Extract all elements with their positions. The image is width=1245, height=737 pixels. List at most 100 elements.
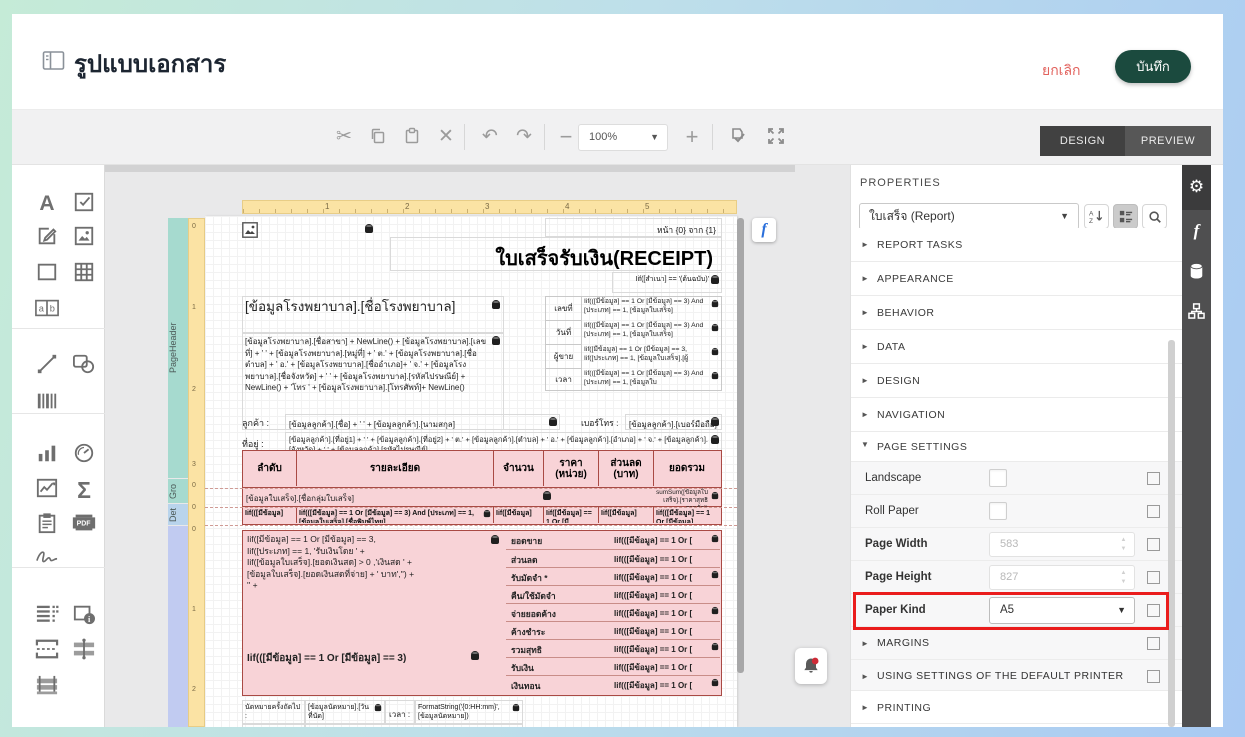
paper-kind-override-checkbox[interactable] xyxy=(1147,604,1160,617)
properties-gear-icon[interactable]: ⚙ xyxy=(1182,177,1211,197)
spinner-arrows[interactable]: ▲▼ xyxy=(1119,569,1128,587)
band-footer[interactable] xyxy=(168,526,188,727)
paper-kind-dropdown[interactable]: A5▼ xyxy=(989,597,1135,624)
section-printing[interactable]: ►PRINTING xyxy=(851,690,1182,724)
line-icon[interactable] xyxy=(34,353,60,379)
cross-band-icon[interactable] xyxy=(71,638,97,664)
sort-alpha-button[interactable]: AZ xyxy=(1084,204,1109,229)
copy-icon[interactable] xyxy=(366,125,390,149)
panel-scrollbar[interactable] xyxy=(1168,340,1175,727)
appointment-reason-label-cell[interactable]: สาเหตุที่นัด : xyxy=(242,724,305,727)
text-object-icon[interactable]: A xyxy=(34,191,60,217)
sparkline-icon[interactable] xyxy=(34,477,60,503)
margins-override-checkbox[interactable] xyxy=(1147,637,1160,650)
report-title-field[interactable]: ใบเสร็จรับเงิน(RECEIPT) xyxy=(390,237,722,271)
roll-paper-checkbox[interactable] xyxy=(989,502,1007,520)
page-number-field[interactable]: หน้า {0} จาก {1} xyxy=(545,218,722,237)
zoom-in-icon[interactable]: + xyxy=(680,125,704,149)
detail-band-row[interactable]: Iif(([มีข้อมูล] Iif(([มีข้อมูล] == 1 Or … xyxy=(242,507,722,525)
rich-text-icon[interactable] xyxy=(34,225,60,251)
overlay-band-icon[interactable] xyxy=(34,675,60,701)
band-detail[interactable]: Det xyxy=(168,504,188,525)
page-width-input[interactable]: 583▲▼ xyxy=(989,532,1135,557)
report-tree-icon[interactable] xyxy=(1182,303,1211,324)
appointment-date-field[interactable]: [ข้อมูลนัดหมาย].[วันที่นัด] xyxy=(305,700,385,724)
page-width-override-checkbox[interactable] xyxy=(1147,538,1160,551)
data-band-icon[interactable] xyxy=(34,603,60,629)
shape-icon[interactable] xyxy=(71,353,97,379)
zoom-out-icon[interactable]: − xyxy=(554,125,578,149)
paste-icon[interactable] xyxy=(400,125,424,149)
zoom-select[interactable]: 100%▼ xyxy=(578,124,668,151)
horizontal-scrollbar[interactable] xyxy=(105,165,795,172)
band-page-header[interactable]: PageHeader xyxy=(168,218,188,478)
summary-band[interactable]: Iif([มีข้อมูล] == 1 Or [มีข้อมูล] == 3, … xyxy=(242,530,722,696)
copy-flag-field[interactable]: Iif([สำเนา] == '(ต้นฉบับ)' xyxy=(612,272,722,293)
customer-field[interactable]: [ข้อมูลลูกค้า].[ชื่อ] + ' ' + [ข้อมูลลูก… xyxy=(285,414,560,430)
section-page-settings[interactable]: ▼PAGE SETTINGS xyxy=(851,432,1182,462)
tab-design[interactable]: DESIGN xyxy=(1040,126,1125,156)
validate-icon[interactable] xyxy=(726,125,750,149)
section-data[interactable]: ►DATA xyxy=(851,330,1182,364)
fullscreen-icon[interactable] xyxy=(764,125,788,149)
database-field-icon xyxy=(513,704,519,711)
section-navigation[interactable]: ►NAVIGATION xyxy=(851,398,1182,432)
spinner-arrows[interactable]: ▲▼ xyxy=(1119,536,1128,554)
report-page[interactable]: หน้า {0} จาก {1} ใบเสร็จรับเงิน(RECEIPT)… xyxy=(205,216,737,727)
text-in-cells-icon[interactable]: ab xyxy=(34,298,60,324)
section-report-tasks[interactable]: ►REPORT TASKS xyxy=(851,228,1182,262)
total-sigma-icon[interactable]: Σ xyxy=(71,477,97,503)
appointment-time-label-cell[interactable]: เวลา : xyxy=(385,700,415,724)
container-info-icon[interactable]: i xyxy=(71,603,97,629)
group-band-row[interactable]: [ข้อมูลใบเสร็จ].[ชื่อกลุ่มใบเสร็จ] sumSu… xyxy=(242,488,722,507)
items-table-header[interactable]: ลำดับ รายละเอียด จำนวน ราคา (หน่วย) ส่วน… xyxy=(242,450,722,488)
landscape-override-checkbox[interactable] xyxy=(1147,472,1160,485)
check-box-icon[interactable] xyxy=(71,191,97,217)
gauge-icon[interactable] xyxy=(71,442,97,468)
section-margins[interactable]: ►MARGINS xyxy=(851,627,1182,660)
search-button[interactable] xyxy=(1142,204,1167,229)
notification-bell-button[interactable] xyxy=(795,648,827,684)
landscape-checkbox[interactable] xyxy=(989,469,1007,487)
section-default-printer[interactable]: ►USING SETTINGS OF THE DEFAULT PRINTER xyxy=(851,660,1182,693)
categorized-view-button[interactable] xyxy=(1113,204,1138,229)
summary-value: Iif(([มีข้อมูล] == 1 Or [ xyxy=(586,567,720,585)
appointment-time-field[interactable]: FormatString('{0:HH:mm}',[ข้อมูลนัดหมาย]… xyxy=(415,700,523,724)
clipboard-icon[interactable] xyxy=(34,512,60,538)
component-selector[interactable]: ใบเสร็จ (Report) ▼ xyxy=(859,203,1079,230)
appointment-reason-field[interactable]: [ข้อมูลนัดหมาย].[ชื่อประเภทการนัดหมาย] xyxy=(305,724,523,727)
save-button[interactable]: บันทึก xyxy=(1115,50,1191,83)
undo-icon[interactable]: ↶ xyxy=(478,125,502,149)
functions-icon[interactable]: f xyxy=(1182,221,1211,241)
default-printer-override-checkbox[interactable] xyxy=(1147,670,1160,683)
page-height-input[interactable]: 827▲▼ xyxy=(989,565,1135,590)
expression-editor-button[interactable]: f xyxy=(752,218,776,242)
receipt-info-table[interactable]: เลขที่ Iif(([มีข้อมูล] == 1 Or [มีข้อมูล… xyxy=(545,296,722,391)
database-field-icon[interactable] xyxy=(365,224,373,233)
pdf-icon[interactable]: PDF xyxy=(71,512,97,538)
image-placeholder-icon[interactable] xyxy=(242,222,258,243)
cancel-button[interactable]: ยกเลิก xyxy=(1042,60,1081,82)
page-break-icon[interactable] xyxy=(34,638,60,664)
data-sources-icon[interactable] xyxy=(1182,263,1211,284)
picture-icon[interactable] xyxy=(71,225,97,251)
section-behavior[interactable]: ►BEHAVIOR xyxy=(851,296,1182,330)
tab-preview[interactable]: PREVIEW xyxy=(1125,126,1211,156)
cut-icon[interactable]: ✂ xyxy=(332,125,356,149)
band-group-header[interactable]: Gro xyxy=(168,479,188,503)
delete-icon[interactable]: ✕ xyxy=(434,125,458,149)
panel-icon[interactable] xyxy=(34,261,60,287)
detail-cell: Iif(([มีข้อมูล] xyxy=(243,507,297,523)
vertical-scrollbar[interactable] xyxy=(737,218,744,673)
design-canvas[interactable]: 1 2 3 4 5 PageHeader Gro Det 0 1 2 3 0 0… xyxy=(105,165,850,727)
chart-icon[interactable] xyxy=(34,442,60,468)
table-icon[interactable] xyxy=(71,261,97,287)
hospital-name-field[interactable]: [ข้อมูลโรงพยาบาล].[ชื่อโรงพยาบาล] xyxy=(242,296,504,333)
section-appearance[interactable]: ►APPEARANCE xyxy=(851,262,1182,296)
appointment-label-cell[interactable]: นัดหมายครั้งถัดไป : xyxy=(242,700,305,724)
phone-field[interactable]: [ข้อมูลลูกค้า].[เบอร์มือถือ] xyxy=(625,414,722,430)
redo-icon[interactable]: ↷ xyxy=(512,125,536,149)
roll-paper-override-checkbox[interactable] xyxy=(1147,505,1160,518)
section-design[interactable]: ►DESIGN xyxy=(851,364,1182,398)
page-height-override-checkbox[interactable] xyxy=(1147,571,1160,584)
